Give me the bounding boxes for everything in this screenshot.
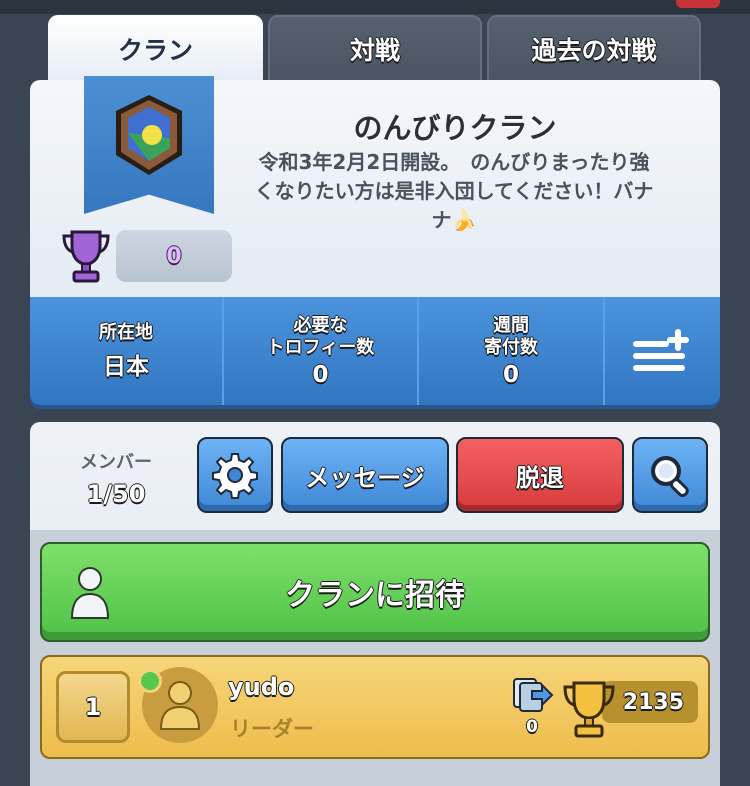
member-count-value: 1/50 — [86, 480, 146, 508]
message-button[interactable]: メッセージ — [281, 437, 449, 513]
member-row[interactable]: 1 yudo リーダー 0 2135 — [40, 655, 710, 759]
clan-description: 令和3年2月2日開設。 のんびりまったり強くなりたい方は是非入団してください！バ… — [254, 150, 654, 232]
search-button[interactable] — [632, 437, 708, 513]
clan-name: のんびりクラン — [353, 111, 557, 145]
member-name: yudo — [228, 673, 295, 701]
stat-weekly-donations: 週間 寄付数 0 — [419, 297, 603, 405]
online-status-dot — [138, 669, 162, 693]
leave-button-label: 脱退 — [516, 463, 564, 492]
stat-weekly-donations-value: 0 — [502, 361, 519, 388]
message-button-label: メッセージ — [305, 463, 425, 492]
member-donations: 0 — [526, 717, 538, 737]
tab-battles[interactable]: 対戦 — [268, 15, 482, 83]
gear-icon — [212, 453, 258, 499]
stat-required-trophies: 必要な トロフィー数 0 — [224, 297, 417, 405]
settings-button[interactable] — [197, 437, 273, 513]
member-rank-value: 1 — [84, 693, 102, 721]
trophy-icon — [62, 230, 110, 283]
leave-button[interactable]: 脱退 — [456, 437, 624, 513]
person-icon — [159, 681, 201, 730]
tab-battles-label: 対戦 — [349, 36, 400, 65]
invite-to-clan-button[interactable]: クランに招待 — [40, 542, 710, 642]
clan-trophy-value: 0 — [166, 243, 182, 269]
tab-past-battles[interactable]: 過去の対戦 — [487, 15, 701, 83]
stat-location-value: 日本 — [103, 353, 149, 380]
stat-required-trophies-value: 0 — [312, 361, 329, 388]
clan-trophy-count: 0 — [116, 230, 232, 282]
stat-required-trophies-label: 必要な トロフィー数 — [266, 314, 375, 358]
clan-stats-bar: 所在地 日本 必要な トロフィー数 0 週間 寄付数 0 — [30, 297, 720, 405]
member-count: メンバー 1/50 — [66, 448, 166, 508]
tab-clan-label: クラン — [117, 36, 193, 65]
search-icon — [651, 456, 689, 498]
menu-plus-icon — [632, 329, 689, 371]
stat-weekly-donations-label: 週間 寄付数 — [484, 314, 538, 358]
top-strip — [0, 0, 750, 14]
tab-clan[interactable]: クラン — [48, 15, 263, 83]
member-count-label: メンバー — [80, 452, 152, 473]
person-icon — [70, 567, 110, 619]
clan-badge-icon — [116, 95, 182, 175]
member-role: リーダー — [230, 717, 314, 741]
close-button-edge[interactable] — [676, 0, 720, 8]
stat-location-label: 所在地 — [99, 321, 153, 343]
invite-button-label: クランに招待 — [285, 578, 465, 613]
trophy-icon — [563, 681, 615, 738]
tab-past-battles-label: 過去の対戦 — [531, 36, 657, 65]
donation-cards-icon — [513, 678, 554, 712]
clan-menu-button[interactable] — [605, 297, 720, 405]
member-rank: 1 — [56, 671, 130, 743]
member-trophies: 2135 — [622, 689, 684, 715]
stat-location: 所在地 日本 — [30, 297, 222, 405]
